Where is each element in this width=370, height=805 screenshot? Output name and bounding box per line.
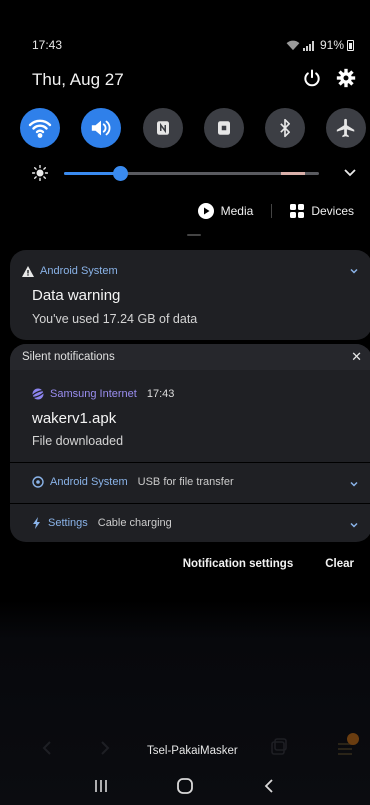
media-devices-bar: Media Devices (197, 203, 354, 219)
drag-handle[interactable] (187, 234, 201, 236)
tabs-icon (271, 738, 287, 755)
expand-chevron-icon[interactable] (348, 519, 360, 531)
expand-chevron-icon[interactable] (348, 478, 360, 490)
sound-toggle[interactable] (81, 108, 121, 148)
devices-button[interactable]: Devices (290, 204, 354, 218)
menu-icon (338, 733, 359, 755)
nfc-icon (157, 121, 169, 135)
notification-text: USB for file transfer (137, 476, 234, 488)
silent-header: Silent notifications ✕ (10, 344, 370, 370)
airplane-icon (336, 118, 355, 138)
home-icon[interactable] (176, 777, 194, 795)
warning-triangle-icon (22, 265, 34, 277)
chevron-down-icon[interactable] (343, 163, 357, 183)
status-time: 17:43 (32, 38, 63, 52)
background-wifi-name: Tsel-PakaiMasker (147, 745, 238, 757)
battery-icon (347, 39, 354, 51)
navigation-bar (0, 767, 370, 805)
brightness-icon (32, 165, 48, 181)
notification-body: File downloaded (32, 434, 124, 448)
media-button[interactable]: Media (197, 203, 254, 219)
notification-app-row: Android System (22, 265, 118, 277)
settings-gear-icon[interactable] (336, 68, 356, 88)
wifi-icon (28, 119, 52, 138)
close-icon[interactable]: ✕ (351, 349, 362, 365)
expand-chevron-icon[interactable] (348, 265, 360, 277)
speaker-icon (91, 120, 111, 136)
airplane-toggle[interactable] (326, 108, 366, 148)
bluetooth-icon (280, 118, 290, 138)
samsung-internet-icon (32, 388, 44, 400)
divider (10, 503, 370, 504)
app-name: Android System (50, 476, 128, 488)
divider (271, 204, 273, 218)
devices-label: Devices (311, 204, 354, 218)
brightness-thumb[interactable] (113, 166, 129, 181)
notification-title: wakerv1.apk (32, 410, 117, 427)
wifi-signal-icon (286, 40, 300, 50)
screenshot-icon (218, 121, 230, 135)
screen-toggle[interactable] (204, 108, 244, 148)
recents-icon[interactable] (93, 778, 109, 794)
notification-settings-button[interactable]: Notification settings (183, 558, 294, 570)
devices-grid-icon (290, 204, 305, 218)
notification-app-row: Android System USB for file transfer (32, 476, 234, 488)
silent-header-label: Silent notifications (22, 351, 115, 363)
app-name: Samsung Internet (50, 388, 137, 400)
date-label: Thu, Aug 27 (32, 70, 124, 89)
notification-body: You've used 17.24 GB of data (32, 312, 198, 326)
nfc-toggle[interactable] (143, 108, 183, 148)
wifi-toggle[interactable] (20, 108, 60, 148)
forward-arrow-icon (101, 741, 110, 755)
clear-button[interactable]: Clear (325, 558, 354, 570)
bluetooth-toggle[interactable] (265, 108, 305, 148)
notification-text: Cable charging (97, 517, 172, 529)
data-warning-notification[interactable]: Android System Data warning You've used … (10, 250, 370, 340)
back-icon[interactable] (261, 778, 277, 794)
notification-app-row: Settings Cable charging (32, 517, 172, 529)
quick-settings-toggles (20, 108, 370, 148)
notification-time: 17:43 (146, 388, 175, 400)
status-bar: 17:43 91% (32, 38, 354, 56)
lightning-bolt-icon (33, 517, 40, 529)
play-icon (197, 203, 214, 219)
brightness-track[interactable] (64, 166, 319, 181)
brightness-marker (281, 172, 305, 175)
notification-title: Data warning (32, 287, 121, 304)
notification-actions: Notification settings Clear (183, 558, 354, 570)
android-system-icon (32, 476, 44, 488)
media-label: Media (220, 204, 254, 218)
divider (10, 462, 370, 463)
status-indicators: 91% (286, 38, 354, 52)
brightness-slider[interactable] (32, 163, 357, 183)
notification-shade: 17:43 91% Thu, Aug 27 Media Devices Andr… (0, 0, 370, 805)
brightness-fill (64, 172, 121, 175)
silent-notifications-group: Silent notifications ✕ Samsung Internet … (10, 344, 370, 542)
header-actions (302, 68, 356, 88)
app-name: Settings (48, 517, 88, 529)
back-arrow-icon (42, 741, 51, 755)
battery-percent: 91% (319, 38, 344, 52)
notification-app-row: Samsung Internet 17:43 (32, 388, 174, 400)
cell-signal-icon (302, 40, 314, 51)
app-name: Android System (40, 265, 118, 277)
power-icon[interactable] (302, 68, 322, 88)
